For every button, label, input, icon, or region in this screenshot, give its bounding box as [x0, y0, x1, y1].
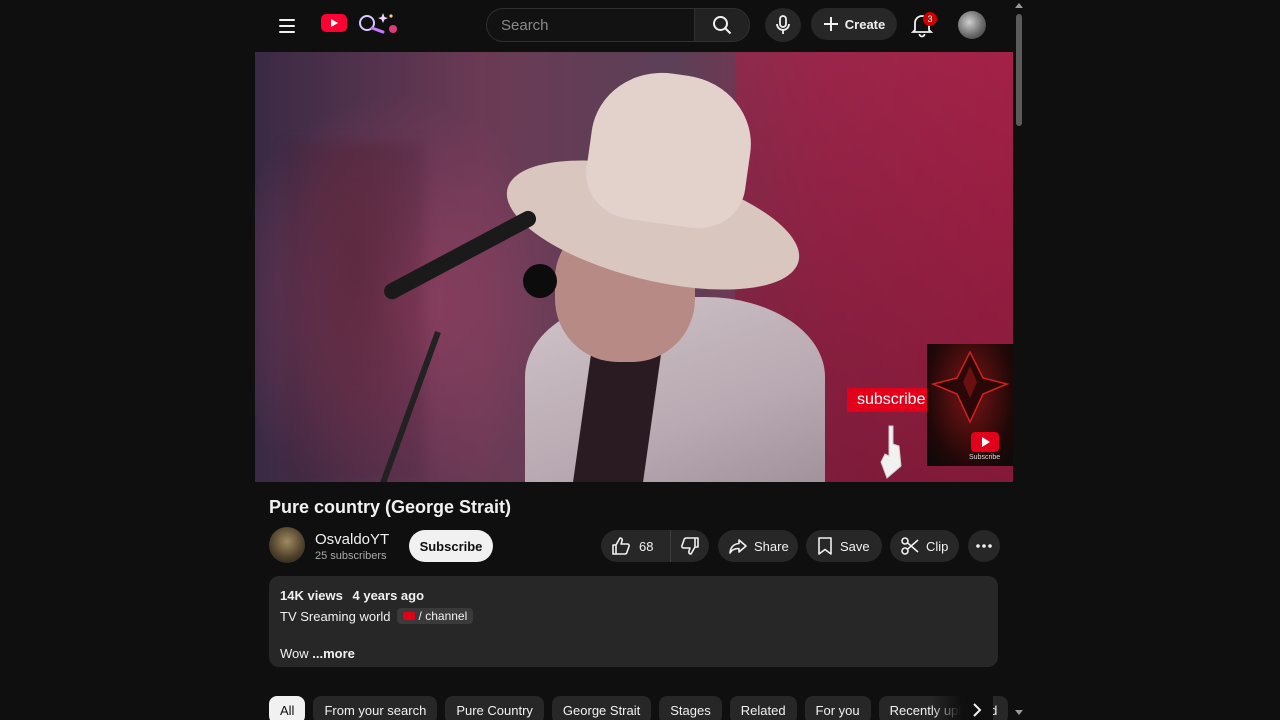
dislike-button[interactable]: [671, 530, 709, 562]
share-label: Share: [754, 538, 789, 554]
channel-branding-watermark[interactable]: Subscribe: [927, 344, 1013, 466]
create-label: Create: [844, 16, 886, 32]
description-box[interactable]: 14K views 4 years ago TV Sreaming world …: [269, 576, 998, 667]
search-button[interactable]: [694, 8, 750, 42]
related-filter-chips: All From your search Pure Country George St…: [269, 696, 1009, 720]
scissors-icon: [901, 537, 919, 555]
youtube-mini-icon: [402, 612, 415, 620]
channel-avatar[interactable]: [269, 527, 305, 563]
video-title: Pure country (George Strait): [269, 497, 512, 517]
upload-age: 4 years ago: [352, 588, 425, 603]
masthead: Create 3: [255, 0, 1013, 52]
plus-icon: [823, 17, 838, 31]
filter-chip[interactable]: Related: [729, 696, 797, 720]
like-button[interactable]: 68: [601, 530, 671, 562]
search-bar: [486, 8, 750, 42]
save-button[interactable]: Save: [806, 530, 882, 562]
thumbs-down-icon: [681, 537, 699, 555]
youtube-icon: [971, 432, 999, 452]
show-more-link[interactable]: ...more: [312, 646, 355, 661]
filter-chip[interactable]: Stages: [659, 696, 722, 720]
description-body-text: Wow: [280, 646, 309, 661]
hand-pointer-icon: [880, 425, 902, 479]
notification-badge: 3: [923, 12, 937, 26]
doodle-icon[interactable]: [353, 10, 399, 36]
create-button[interactable]: Create: [811, 8, 897, 40]
filter-chip[interactable]: George Strait: [551, 696, 652, 720]
search-input[interactable]: [486, 8, 694, 42]
search-icon: [713, 16, 732, 35]
microphone-icon: [776, 15, 790, 34]
filter-chip[interactable]: From your search: [313, 696, 438, 720]
scroll-up-arrow-icon[interactable]: [1015, 3, 1023, 8]
filter-chip[interactable]: All: [269, 696, 306, 720]
demon-logo-icon: [930, 350, 1010, 424]
scroll-down-arrow-icon[interactable]: [1015, 710, 1023, 715]
subscribe-overlay-text: subscribe: [847, 388, 929, 412]
menu-icon[interactable]: [273, 12, 301, 40]
watermark-subscribe-caption: Subscribe: [969, 454, 1001, 461]
more-horizontal-icon: [976, 544, 992, 548]
bookmark-icon: [818, 537, 832, 555]
youtube-watch-page: Create 3 subscribe Subs: [255, 0, 1013, 720]
page-scrollbar[interactable]: [1013, 0, 1025, 720]
description-text: TV Sreaming world: [280, 608, 391, 624]
like-dislike-group: 68: [601, 530, 709, 562]
channel-name[interactable]: OsvaldoYT: [315, 531, 389, 548]
filter-chip[interactable]: Pure Country: [445, 696, 544, 720]
share-icon: [729, 539, 747, 554]
description-body: Wow ...more: [280, 646, 987, 661]
thumbs-up-icon: [612, 537, 630, 555]
subscribe-button[interactable]: Subscribe: [409, 530, 493, 562]
clip-label: Clip: [926, 538, 949, 554]
account-avatar[interactable]: [958, 11, 986, 39]
subscriber-count: 25 subscribers: [315, 550, 387, 562]
channel-mention-text: / channel: [418, 609, 468, 623]
more-actions-button[interactable]: [968, 530, 1000, 562]
save-label: Save: [840, 538, 870, 554]
description-line: TV Sreaming world / channel: [280, 608, 987, 624]
share-button[interactable]: Share: [718, 530, 798, 562]
view-stats: 14K views 4 years ago: [280, 588, 987, 603]
youtube-logo[interactable]: [321, 14, 347, 32]
clip-button[interactable]: Clip: [890, 530, 959, 562]
voice-search-button[interactable]: [765, 8, 801, 42]
chips-next-button[interactable]: [961, 696, 993, 720]
chevron-right-icon: [973, 703, 982, 717]
video-player[interactable]: subscribe Subscribe: [255, 52, 1013, 482]
like-count: 68: [639, 538, 654, 554]
scrollbar-thumb[interactable]: [1016, 14, 1022, 126]
channel-mention-link[interactable]: / channel: [396, 608, 474, 624]
filter-chip[interactable]: For you: [804, 696, 871, 720]
view-count: 14K views: [280, 588, 343, 603]
